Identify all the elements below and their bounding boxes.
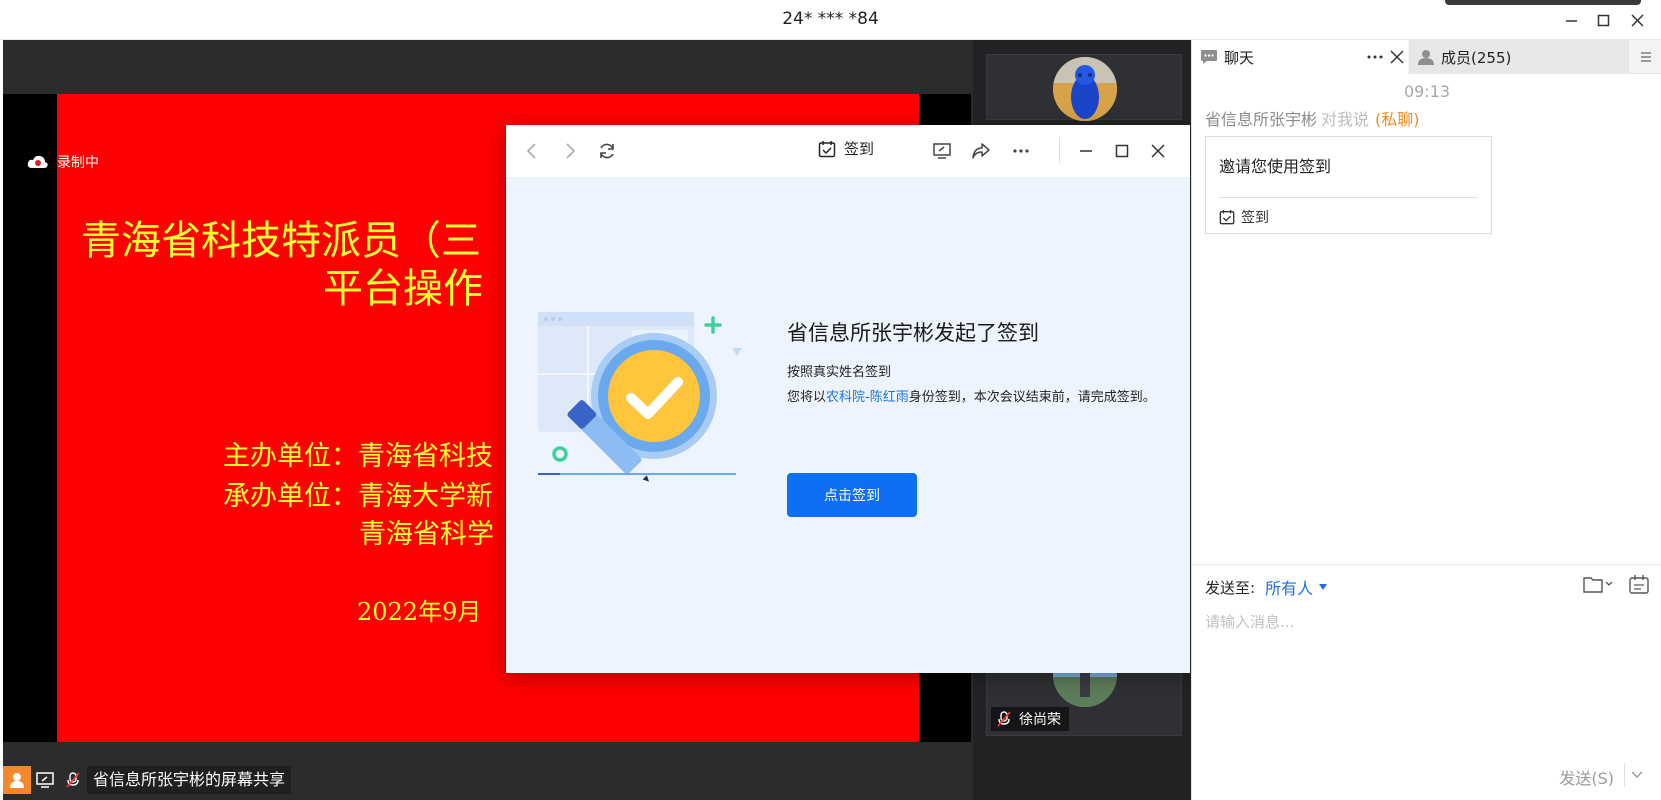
signin-toolbar: 签到 bbox=[506, 125, 1190, 177]
signin-button[interactable]: 点击签到 bbox=[787, 473, 917, 517]
chat-timestamp: 09:13 bbox=[1403, 82, 1451, 101]
window-title: 24* *** *84 bbox=[782, 9, 879, 29]
share-icon[interactable] bbox=[968, 138, 994, 164]
send-button[interactable]: 发送(S) bbox=[1559, 765, 1614, 789]
meeting-app: 24* *** *84 青海省科技特派员（三 平台操作 主办单位：青海省科技 承… bbox=[0, 0, 1661, 800]
signin-identity: 农科院-陈红雨 bbox=[826, 390, 909, 405]
invite-message: 邀请您使用签到 bbox=[1219, 157, 1332, 176]
sender-to: 对我说 bbox=[1321, 110, 1370, 129]
slide-date-line: 2022年9月 bbox=[357, 598, 482, 626]
message-sender: 省信息所张宇彬 对我说 (私聊) bbox=[1205, 106, 1420, 130]
more-icon[interactable] bbox=[1366, 48, 1384, 70]
person-icon[interactable] bbox=[3, 766, 31, 794]
compose-tools bbox=[1582, 573, 1650, 599]
chevron-down-icon[interactable] bbox=[1624, 763, 1648, 787]
caret-down-icon bbox=[1319, 584, 1328, 590]
refresh-icon[interactable] bbox=[594, 138, 620, 164]
slide-title-line2: 平台操作 bbox=[323, 266, 483, 312]
tab-members[interactable]: 成员(255) bbox=[1409, 40, 1629, 74]
calendar-check-icon bbox=[1219, 209, 1235, 225]
tab-members-label: 成员(255) bbox=[1441, 48, 1512, 67]
minimize-icon[interactable] bbox=[1558, 8, 1584, 32]
slide-organizer-line2: 青海省科学 bbox=[359, 519, 494, 550]
signin-window: 签到 省信息所张宇彬发起了签到 按照真实姓名签到 您将以农科院-陈红雨身份签到，… bbox=[506, 125, 1190, 673]
share-status-text: 省信息所张宇彬的屏幕共享 bbox=[87, 766, 292, 794]
maximize-icon[interactable] bbox=[1590, 8, 1616, 32]
desc-prefix: 您将以 bbox=[787, 390, 827, 405]
card-divider bbox=[1219, 197, 1478, 198]
close-icon[interactable] bbox=[1624, 8, 1650, 32]
file-icon[interactable] bbox=[1582, 573, 1614, 599]
forward-icon[interactable] bbox=[557, 138, 583, 164]
message-input[interactable]: 请输入消息... bbox=[1205, 611, 1294, 632]
private-tag: (私聊) bbox=[1375, 110, 1420, 129]
signin-heading: 省信息所张宇彬发起了签到 bbox=[787, 321, 1039, 345]
recipient-value: 所有人 bbox=[1265, 579, 1314, 598]
toolbar-divider bbox=[1059, 137, 1060, 163]
signin-description: 您将以农科院-陈红雨身份签到，本次会议结束前，请完成签到。 bbox=[787, 387, 1163, 409]
card-signin-action[interactable]: 签到 bbox=[1219, 207, 1269, 227]
chat-panel: 聊天 成员(255) 09:13 省信息所张宇彬 对我说 (私聊) 邀请您使用签… bbox=[1191, 40, 1661, 800]
recipient-select[interactable]: 所有人 bbox=[1265, 575, 1328, 599]
compose-area: 发送至: 所有人 请输入消息... 发送(S) bbox=[1192, 564, 1661, 800]
chat-icon bbox=[1201, 50, 1217, 64]
present-icon[interactable] bbox=[929, 138, 955, 164]
tab-chat[interactable]: 聊天 bbox=[1192, 40, 1408, 74]
participant-name: 徐尚荣 bbox=[1019, 712, 1061, 728]
title-accent-strip bbox=[1445, 0, 1641, 5]
panel-tabs: 聊天 成员(255) bbox=[1192, 40, 1661, 74]
close-icon[interactable] bbox=[1388, 48, 1406, 70]
avatar bbox=[1053, 57, 1117, 121]
screen-share-icon bbox=[31, 766, 59, 794]
signin-title-text: 签到 bbox=[844, 140, 875, 158]
signin-illustration bbox=[536, 310, 746, 494]
slide-organizer-line: 承办单位：青海大学新 bbox=[223, 481, 493, 512]
signin-invite-card[interactable]: 邀请您使用签到 签到 bbox=[1205, 136, 1492, 234]
sender-name[interactable]: 省信息所张宇彬 bbox=[1205, 110, 1317, 129]
signin-window-title: 签到 bbox=[818, 138, 874, 159]
maximize-icon[interactable] bbox=[1109, 138, 1135, 164]
close-icon[interactable] bbox=[1145, 138, 1171, 164]
desc-suffix: 身份签到，本次会议结束前，请完成签到。 bbox=[908, 390, 1156, 405]
recording-label: 录制中 bbox=[57, 155, 99, 171]
share-status-bar: 省信息所张宇彬的屏幕共享 bbox=[3, 766, 292, 794]
minimize-icon[interactable] bbox=[1073, 138, 1099, 164]
title-bar: 24* *** *84 bbox=[0, 0, 1661, 40]
back-icon[interactable] bbox=[519, 138, 545, 164]
cloud-record-icon bbox=[27, 155, 49, 169]
more-icon[interactable] bbox=[1008, 138, 1034, 164]
recording-indicator: 录制中 bbox=[27, 152, 99, 172]
tab-chat-label: 聊天 bbox=[1224, 48, 1255, 67]
slide-host-line: 主办单位：青海省科技 bbox=[223, 441, 493, 472]
announcement-icon[interactable] bbox=[1628, 573, 1650, 599]
menu-icon[interactable] bbox=[1629, 40, 1661, 74]
participant-tile[interactable] bbox=[986, 54, 1182, 121]
user-icon bbox=[1418, 50, 1434, 65]
card-action-label: 签到 bbox=[1241, 210, 1269, 226]
mic-muted-icon bbox=[59, 766, 87, 794]
signin-subtitle: 按照真实姓名签到 bbox=[787, 365, 892, 380]
calendar-check-icon bbox=[818, 140, 836, 157]
send-to-row: 发送至: 所有人 bbox=[1205, 575, 1328, 599]
mic-muted-icon bbox=[997, 711, 1011, 727]
send-to-label: 发送至: bbox=[1205, 578, 1256, 597]
participant-name-tag: 徐尚荣 bbox=[991, 707, 1069, 731]
